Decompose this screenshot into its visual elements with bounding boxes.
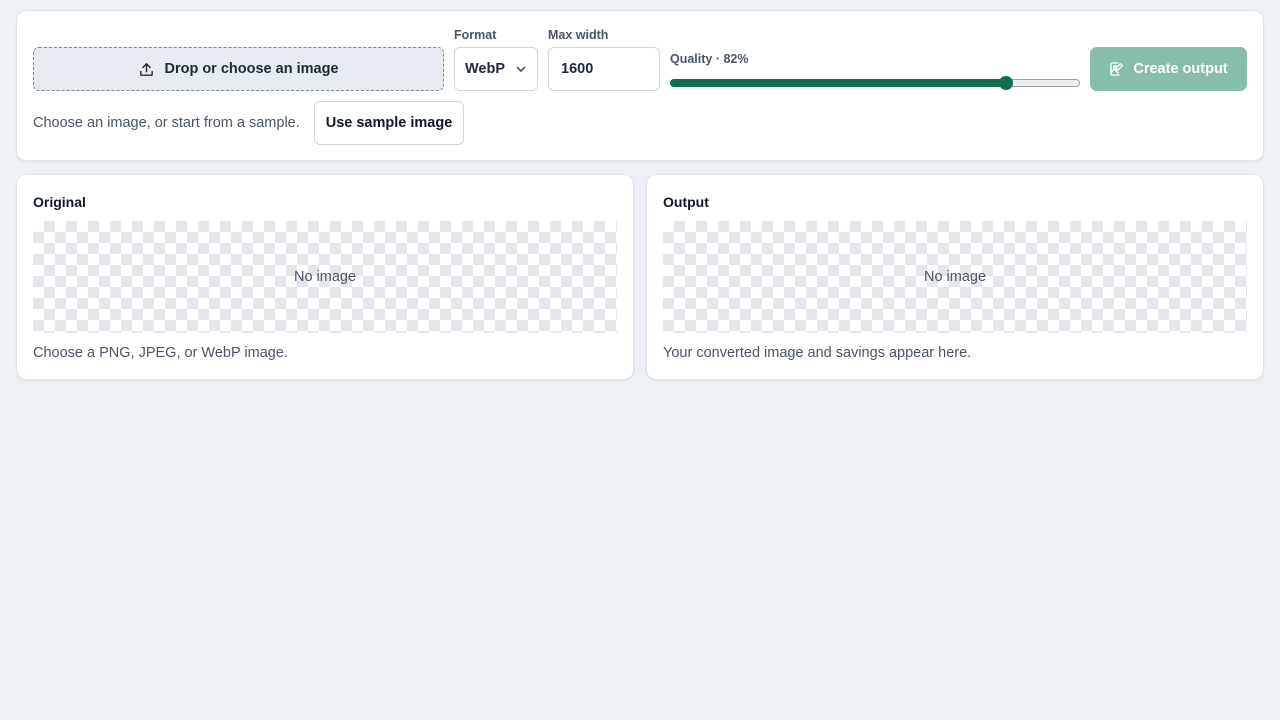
create-output-label: Create output: [1133, 61, 1228, 77]
hint-text: Choose an image, or start from a sample.: [33, 115, 300, 131]
use-sample-button[interactable]: Use sample image: [314, 101, 464, 145]
controls-card: Drop or choose an image Format WebP Max …: [16, 10, 1264, 161]
output-caption: Your converted image and savings appear …: [663, 345, 972, 361]
format-label: Format: [454, 28, 497, 42]
quality-slider-thumb[interactable]: [999, 76, 1014, 90]
image-edit-icon: [1110, 62, 1124, 76]
output-panel: Output No image Your converted image and…: [646, 174, 1264, 380]
chevron-down-icon: [516, 66, 526, 72]
quality-slider[interactable]: [670, 76, 1080, 90]
image-dropzone[interactable]: Drop or choose an image: [33, 47, 444, 91]
use-sample-label: Use sample image: [325, 115, 453, 131]
original-empty-text: No image: [293, 269, 357, 285]
format-select[interactable]: WebP: [454, 47, 538, 91]
max-width-input[interactable]: 1600: [548, 47, 660, 91]
format-value: WebP: [465, 61, 506, 77]
output-preview: No image: [663, 221, 1247, 333]
output-title: Output: [663, 194, 709, 210]
original-panel: Original No image Choose a PNG, JPEG, or…: [16, 174, 634, 380]
dropzone-label: Drop or choose an image: [164, 61, 339, 77]
max-width-value: 1600: [561, 61, 594, 77]
original-preview: No image: [33, 221, 617, 333]
original-title: Original: [33, 194, 86, 210]
quality-slider-fill: [670, 79, 1007, 87]
original-caption: Choose a PNG, JPEG, or WebP image.: [33, 345, 288, 361]
max-width-label: Max width: [548, 28, 609, 42]
output-empty-text: No image: [923, 269, 987, 285]
create-output-button[interactable]: Create output: [1090, 47, 1247, 91]
upload-icon: [140, 62, 154, 76]
quality-label: Quality · 82%: [670, 52, 749, 66]
